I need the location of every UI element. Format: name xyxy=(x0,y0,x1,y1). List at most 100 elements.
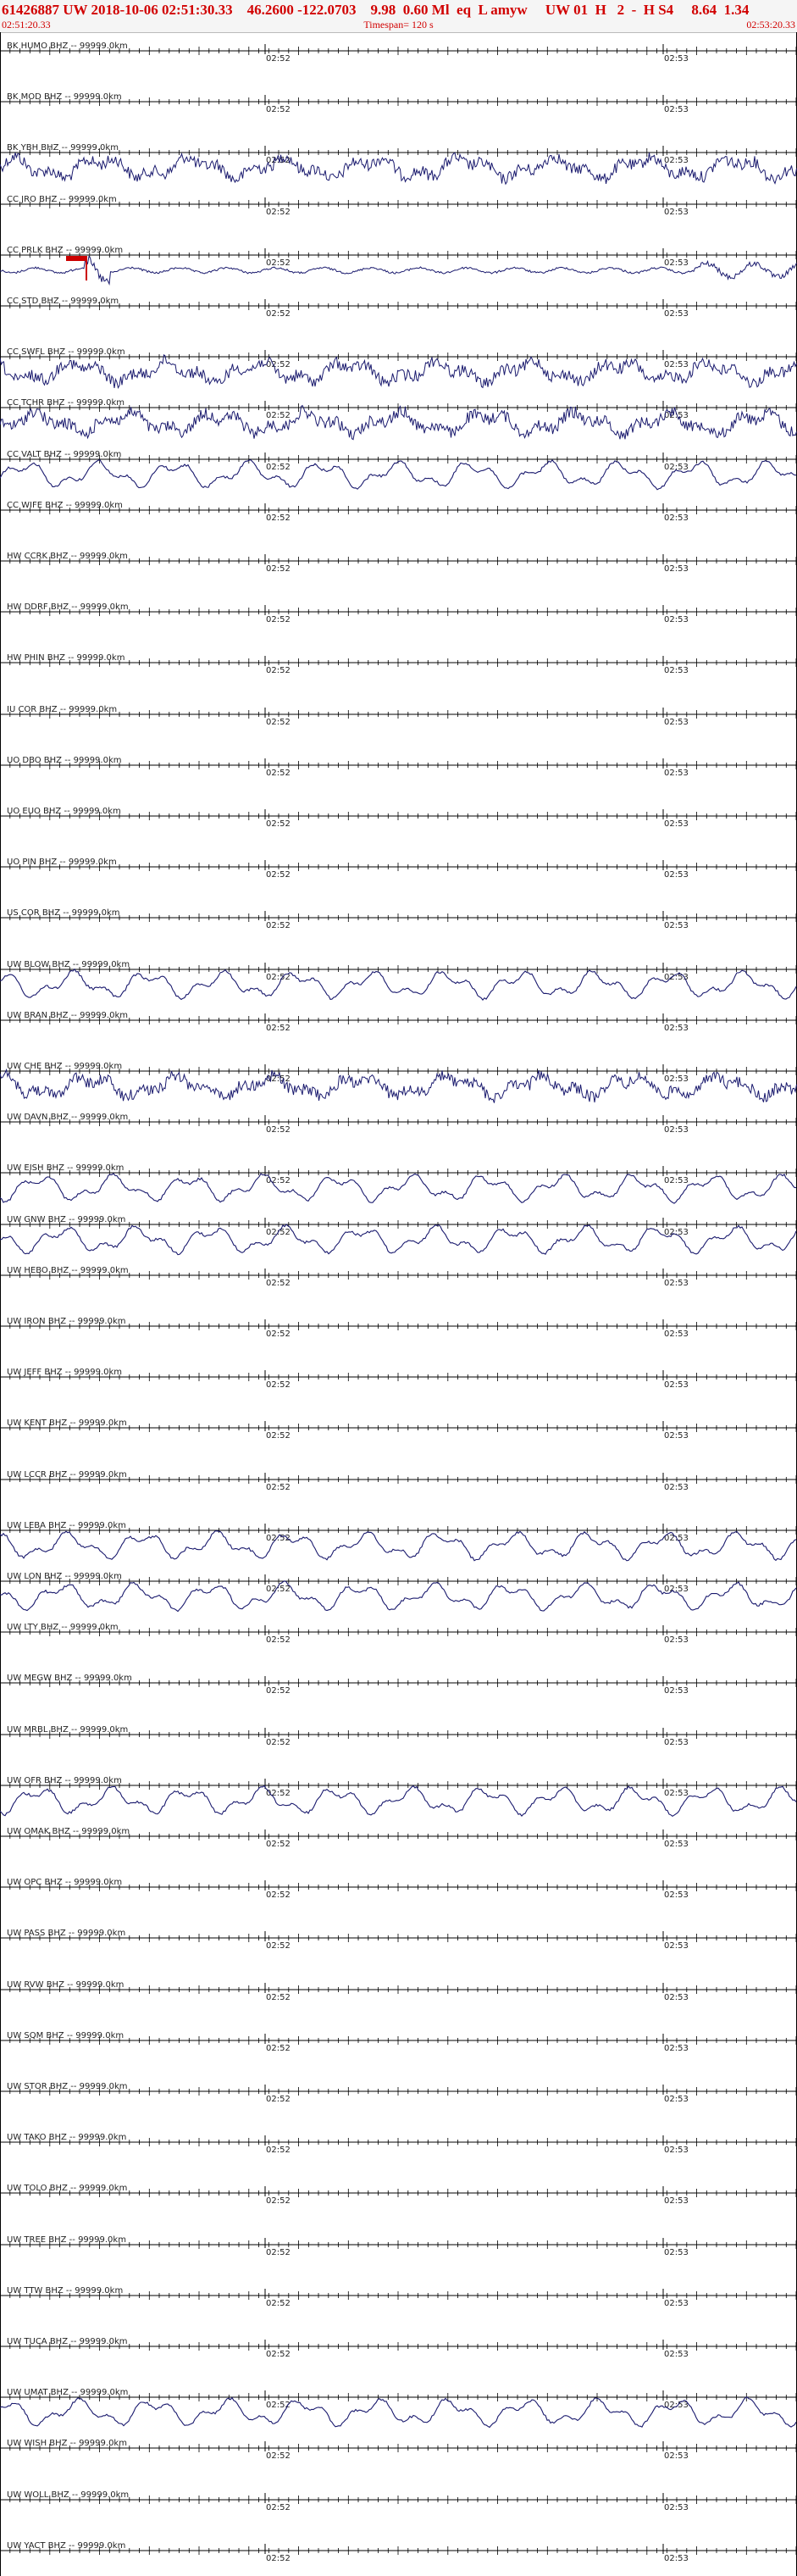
tick-label: 02:53 xyxy=(664,1890,689,1900)
station-label: UO EUO BHZ -- 99999.0km xyxy=(7,807,121,816)
tick-label: 02:53 xyxy=(664,1228,689,1237)
station-label: UW TOLO BHZ -- 99999.0km xyxy=(7,2184,127,2193)
tick-label: 02:53 xyxy=(664,1840,689,1849)
tick-label: 02:53 xyxy=(664,2299,689,2308)
tick-label: 02:52 xyxy=(266,258,291,268)
phase-pick-flag xyxy=(66,256,86,261)
tick-label: 02:52 xyxy=(266,1993,291,2002)
tick-label: 02:52 xyxy=(266,1686,291,1696)
tick-label: 02:53 xyxy=(664,514,689,523)
tick-label: 02:53 xyxy=(664,615,689,625)
tick-label: 02:53 xyxy=(664,666,689,675)
station-label: UW TREE BHZ -- 99999.0km xyxy=(7,2235,126,2245)
tick-label: 02:52 xyxy=(266,105,291,114)
tick-label: 02:53 xyxy=(664,2350,689,2359)
tick-label: 02:52 xyxy=(266,463,291,472)
tick-label: 02:52 xyxy=(266,360,291,369)
tick-label: 02:53 xyxy=(664,2503,689,2512)
tick-label: 02:53 xyxy=(664,1380,689,1390)
tick-label: 02:52 xyxy=(266,1380,291,1390)
station-label: UW EISH BHZ -- 99999.0km xyxy=(7,1163,124,1173)
tick-label: 02:52 xyxy=(266,1738,291,1747)
tick-label: 02:53 xyxy=(664,2248,689,2257)
tick-label: 02:52 xyxy=(266,564,291,574)
station-label: CC STD BHZ -- 99999.0km xyxy=(7,297,119,306)
station-label: UW YACT BHZ -- 99999.0km xyxy=(7,2541,125,2551)
tick-label: 02:52 xyxy=(266,666,291,675)
station-label: CC JRO BHZ -- 99999.0km xyxy=(7,195,117,204)
tick-label: 02:52 xyxy=(266,1840,291,1849)
station-label: UW OFR BHZ -- 99999.0km xyxy=(7,1776,122,1785)
tick-label: 02:52 xyxy=(266,1125,291,1135)
tick-label: 02:53 xyxy=(664,921,689,930)
station-label: BK HUMO BHZ -- 99999.0km xyxy=(7,42,128,51)
station-label: UW DAVN BHZ -- 99999.0km xyxy=(7,1113,128,1122)
station-label: CC PRLK BHZ -- 99999.0km xyxy=(7,246,123,255)
tick-label: 02:52 xyxy=(266,870,291,880)
station-label: UW IRON BHZ -- 99999.0km xyxy=(7,1317,126,1326)
tick-label: 02:52 xyxy=(266,2350,291,2359)
tick-label: 02:53 xyxy=(664,819,689,829)
station-label: UW UMAT BHZ -- 99999.0km xyxy=(7,2388,128,2397)
tick-label: 02:52 xyxy=(266,819,291,829)
tick-label: 02:52 xyxy=(266,2248,291,2257)
tick-label: 02:53 xyxy=(664,208,689,217)
tick-label: 02:52 xyxy=(266,615,291,625)
station-label: UW KENT BHZ -- 99999.0km xyxy=(7,1418,127,1428)
station-label: CC WIFE BHZ -- 99999.0km xyxy=(7,501,123,510)
station-label: UW SQM BHZ -- 99999.0km xyxy=(7,2031,124,2040)
tick-label: 02:53 xyxy=(664,2095,689,2104)
station-label: CC VALT BHZ -- 99999.0km xyxy=(7,450,121,459)
tick-label: 02:53 xyxy=(664,360,689,369)
tick-label: 02:52 xyxy=(266,1483,291,1492)
station-label: UW HEBO BHZ -- 99999.0km xyxy=(7,1266,129,1275)
tick-label: 02:53 xyxy=(664,156,689,165)
station-label: CC SWFL BHZ -- 99999.0km xyxy=(7,347,125,357)
station-label: UW TUCA BHZ -- 99999.0km xyxy=(7,2337,128,2346)
tick-label: 02:53 xyxy=(664,1993,689,2002)
tick-label: 02:52 xyxy=(266,514,291,523)
station-label: BK YBH BHZ -- 99999.0km xyxy=(7,143,119,153)
tick-label: 02:53 xyxy=(664,718,689,727)
tick-label: 02:53 xyxy=(664,1431,689,1441)
station-label: CC TCHR BHZ -- 99999.0km xyxy=(7,398,125,408)
station-label: HW DDRF BHZ -- 99999.0km xyxy=(7,602,129,612)
tick-label: 02:52 xyxy=(266,1941,291,1951)
station-label: UW LCCR BHZ -- 99999.0km xyxy=(7,1470,127,1480)
station-label: UW LEBA BHZ -- 99999.0km xyxy=(7,1521,126,1530)
tick-label: 02:53 xyxy=(664,1279,689,1288)
tick-label: 02:52 xyxy=(266,2299,291,2308)
tick-label: 02:53 xyxy=(664,54,689,64)
tick-label: 02:53 xyxy=(664,2044,689,2053)
seismogram-panel: BK HUMO BHZ -- 99999.0km 02:52 02:53 BK MOD… xyxy=(0,42,797,2563)
station-label: US COR BHZ -- 99999.0km xyxy=(7,908,120,918)
tick-label: 02:53 xyxy=(664,309,689,319)
tick-label: 02:52 xyxy=(266,1890,291,1900)
tick-label: 02:53 xyxy=(664,1024,689,1033)
station-label: UO PIN BHZ -- 99999.0km xyxy=(7,858,117,867)
station-label: UW BRAN BHZ -- 99999.0km xyxy=(7,1011,128,1020)
tick-label: 02:52 xyxy=(266,54,291,64)
tick-label: 02:53 xyxy=(664,1125,689,1135)
tick-label: 02:52 xyxy=(266,2196,291,2206)
station-label: UW LTY BHZ -- 99999.0km xyxy=(7,1623,119,1632)
station-label: UW TAKO BHZ -- 99999.0km xyxy=(7,2133,126,2142)
tick-label: 02:52 xyxy=(266,1024,291,1033)
station-label: HW CCRK BHZ -- 99999.0km xyxy=(7,552,128,561)
tick-label: 02:52 xyxy=(266,208,291,217)
tick-label: 02:52 xyxy=(266,718,291,727)
tick-label: 02:52 xyxy=(266,411,291,420)
tick-label: 02:52 xyxy=(266,769,291,778)
station-label: UW BLOW BHZ -- 99999.0km xyxy=(7,960,130,969)
station-label: UO DBO BHZ -- 99999.0km xyxy=(7,756,122,765)
tick-label: 02:52 xyxy=(266,1534,291,1543)
station-label: UW OPC BHZ -- 99999.0km xyxy=(7,1878,122,1887)
tick-label: 02:52 xyxy=(266,921,291,930)
tick-label: 02:53 xyxy=(664,870,689,880)
tick-label: 02:52 xyxy=(266,2554,291,2563)
station-label: HW PHIN BHZ -- 99999.0km xyxy=(7,653,125,663)
station-label: UW STOR BHZ -- 99999.0km xyxy=(7,2082,128,2091)
tick-label: 02:53 xyxy=(664,1483,689,1492)
tick-label: 02:52 xyxy=(266,2044,291,2053)
tick-label: 02:53 xyxy=(664,1789,689,1798)
